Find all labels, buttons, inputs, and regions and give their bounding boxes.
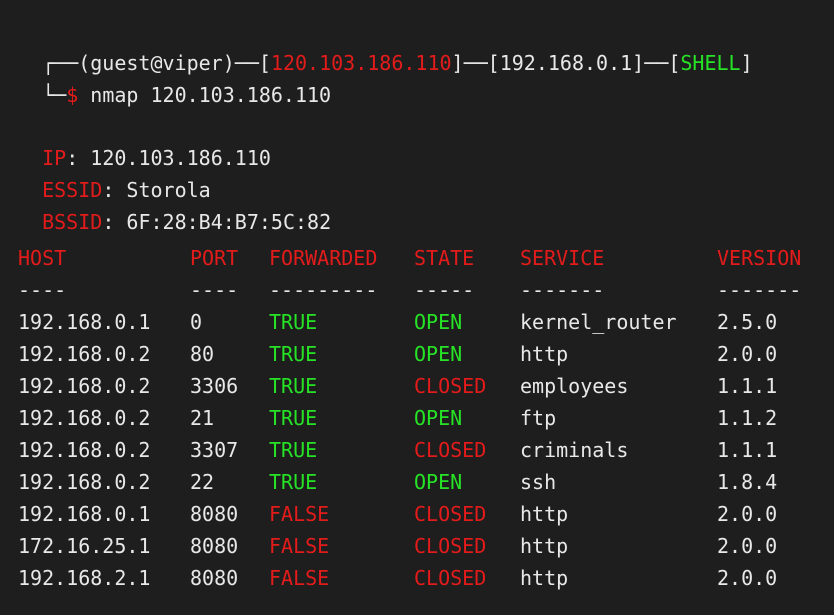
header-version: VERSION xyxy=(717,246,802,270)
cell-state: CLOSED xyxy=(414,438,487,462)
terminal-window[interactable]: { "prompt": { "corner_top": "┌──", "user… xyxy=(0,0,834,615)
cell-host: 192.168.0.2 xyxy=(18,406,151,430)
cell-version: 1.8.4 xyxy=(717,470,778,494)
cell-service: http xyxy=(520,534,569,558)
header-forwarded: FORWARDED xyxy=(269,246,378,270)
cell-forwarded: FALSE xyxy=(269,566,330,590)
cell-host: 172.16.25.1 xyxy=(18,534,151,558)
cell-service: criminals xyxy=(520,438,629,462)
cell-host: 192.168.0.1 xyxy=(18,502,151,526)
separator-host: ---- xyxy=(18,278,67,302)
prompt-gateway: [192.168.0.1] xyxy=(487,51,645,75)
command-text[interactable]: nmap 120.103.186.110 xyxy=(78,83,331,107)
cell-service: http xyxy=(520,342,569,366)
cell-port: 3307 xyxy=(190,438,239,462)
cell-port: 3306 xyxy=(190,374,239,398)
cell-port: 8080 xyxy=(190,566,239,590)
cell-state: OPEN xyxy=(414,406,463,430)
cell-version: 2.5.0 xyxy=(717,310,778,334)
cell-service: employees xyxy=(520,374,629,398)
cell-version: 1.1.1 xyxy=(717,374,778,398)
cell-port: 0 xyxy=(190,310,203,334)
cell-version: 2.0.0 xyxy=(717,534,778,558)
prompt-bracket-close: ] xyxy=(740,51,753,75)
cell-service: ftp xyxy=(520,406,557,430)
cell-host: 192.168.0.2 xyxy=(18,438,151,462)
separator-state: ----- xyxy=(414,278,475,302)
prompt-bracket-open: [ xyxy=(668,51,681,75)
cell-state: OPEN xyxy=(414,342,463,366)
info-value: 6F:28:B4:B7:5C:82 xyxy=(126,210,332,234)
info-sep: : xyxy=(102,210,127,234)
cell-version: 2.0.0 xyxy=(717,566,778,590)
cell-forwarded: TRUE xyxy=(269,342,318,366)
prompt-bracket-close: ] xyxy=(451,51,464,75)
cell-version: 1.1.1 xyxy=(717,438,778,462)
separator-service: ------- xyxy=(520,278,605,302)
cell-forwarded: FALSE xyxy=(269,534,330,558)
cell-host: 192.168.0.2 xyxy=(18,470,151,494)
cell-service: kernel_router xyxy=(520,310,677,334)
cell-state: CLOSED xyxy=(414,566,487,590)
cell-state: CLOSED xyxy=(414,502,487,526)
cell-host: 192.168.0.1 xyxy=(18,310,151,334)
cell-forwarded: FALSE xyxy=(269,502,330,526)
cell-state: OPEN xyxy=(414,310,463,334)
info-essid: ESSID: Storola xyxy=(18,148,211,202)
cell-service: ssh xyxy=(520,470,557,494)
prompt-dash: ── xyxy=(644,51,669,75)
cell-forwarded: TRUE xyxy=(269,374,318,398)
cell-state: CLOSED xyxy=(414,374,487,398)
cell-port: 80 xyxy=(190,342,215,366)
separator-forwarded: --------- xyxy=(269,278,378,302)
header-port: PORT xyxy=(190,246,239,270)
cell-port: 8080 xyxy=(190,502,239,526)
cell-port: 21 xyxy=(190,406,215,430)
cell-version: 2.0.0 xyxy=(717,342,778,366)
header-state: STATE xyxy=(414,246,475,270)
cell-forwarded: TRUE xyxy=(269,310,318,334)
info-bssid: BSSID: 6F:28:B4:B7:5C:82 xyxy=(18,180,331,234)
cell-port: 22 xyxy=(190,470,215,494)
prompt-corner-bottom: └─ xyxy=(42,83,67,107)
info-ip: IP: 120.103.186.110 xyxy=(18,116,271,170)
cell-state: OPEN xyxy=(414,470,463,494)
cell-host: 192.168.2.1 xyxy=(18,566,151,590)
cell-version: 1.1.2 xyxy=(717,406,778,430)
cell-service: http xyxy=(520,566,569,590)
separator-port: ---- xyxy=(190,278,239,302)
separator-version: ------- xyxy=(717,278,802,302)
cell-port: 8080 xyxy=(190,534,239,558)
cell-forwarded: TRUE xyxy=(269,438,318,462)
cell-host: 192.168.0.2 xyxy=(18,342,151,366)
prompt-mode: SHELL xyxy=(680,51,741,75)
cell-service: http xyxy=(520,502,569,526)
cell-forwarded: TRUE xyxy=(269,406,318,430)
header-service: SERVICE xyxy=(520,246,605,270)
header-host: HOST xyxy=(18,246,67,270)
command-line: └─$ nmap 120.103.186.110 xyxy=(18,53,331,107)
info-key: BSSID xyxy=(42,210,103,234)
prompt-line: ┌──(guest@viper)──[120.103.186.110]──[19… xyxy=(18,21,753,75)
cell-version: 2.0.0 xyxy=(717,502,778,526)
cell-state: CLOSED xyxy=(414,534,487,558)
prompt-dash: ── xyxy=(463,51,488,75)
cell-forwarded: TRUE xyxy=(269,470,318,494)
prompt-symbol: $ xyxy=(66,83,79,107)
cell-host: 192.168.0.2 xyxy=(18,374,151,398)
